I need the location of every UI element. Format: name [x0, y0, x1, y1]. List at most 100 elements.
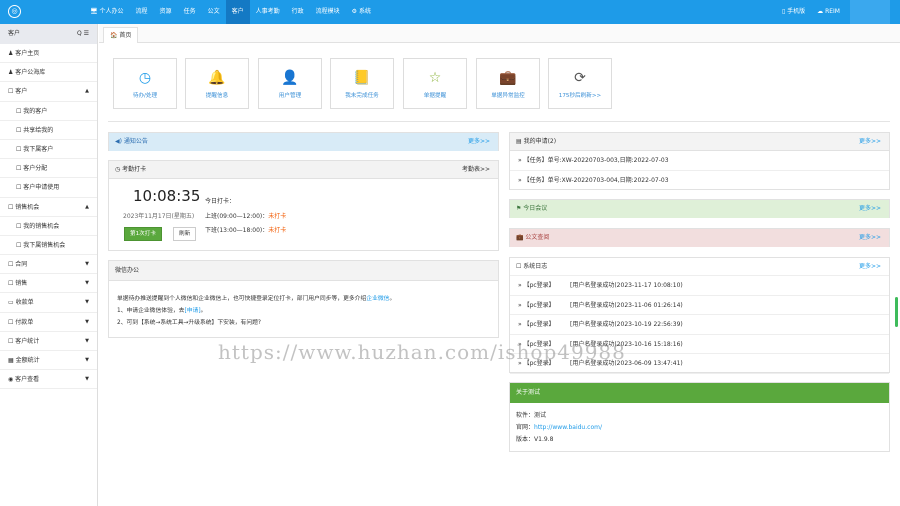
morning-shift: 上班(09:00—12:00)：未打卡 — [205, 211, 286, 220]
notice-more-link[interactable]: 更多>> — [468, 133, 490, 150]
documents-title: 💼 公文查阅 — [516, 234, 550, 241]
sidebar-item[interactable]: ♟ 客户公海库 — [0, 63, 97, 83]
log-row[interactable]: » 【pc登录】 [用户名登录成功(2023-06-09 13:47:41) — [510, 354, 889, 374]
nav-item-workflow-module[interactable]: 流程模块 — [310, 0, 346, 24]
sidebar-item[interactable]: ☐ 客户 ▲ — [0, 82, 97, 102]
quick-button-icon: ◷ — [138, 70, 152, 86]
meeting-panel: ⚑ 今日会议 更多>> — [509, 199, 890, 218]
attendance-sheet-link[interactable]: 考勤表>> — [462, 161, 490, 178]
sidebar-item[interactable]: ☐ 客户统计 ▼ — [0, 332, 97, 351]
application-item[interactable]: » 【任务】单号:XW-20220703-004,日期:2022-07-03 — [510, 171, 889, 191]
sidebar-item-label: ☐ 客户 — [8, 88, 28, 96]
version-value: V1.9.8 — [534, 436, 554, 443]
system-log-panel: ☐ 系统日志 更多>> » 【pc登录】 [用户名登录成功(2023-11-17 … — [509, 257, 890, 374]
afternoon-status: 未打卡 — [268, 227, 287, 234]
punch-button[interactable]: 第1次打卡 — [124, 227, 162, 241]
nav-item-admin[interactable]: 行政 — [286, 0, 310, 24]
expand-arrow-icon[interactable]: ▼ — [85, 313, 89, 332]
nav-item-personal-office[interactable]: 🖥 个人办公 — [84, 0, 130, 24]
sidebar-item[interactable]: ☐ 付款单 ▼ — [0, 313, 97, 332]
quick-button[interactable]: 📒 我未完成任务 — [330, 58, 394, 109]
site-link[interactable]: http://www.baidu.com/ — [534, 424, 602, 431]
expand-arrow-icon[interactable]: ▼ — [85, 255, 89, 274]
notice-panel: ◀) 通知公告 更多>> — [108, 132, 499, 151]
nav-item-system[interactable]: ⚙ 系统 — [346, 0, 377, 24]
sidebar-item[interactable]: ☐ 合同 ▼ — [0, 255, 97, 275]
sidebar-item[interactable]: ☐ 共享给我的 — [0, 121, 97, 140]
sidebar-item[interactable]: ◉ 客户查看 ▼ — [0, 370, 97, 390]
meeting-more-link[interactable]: 更多>> — [859, 200, 881, 217]
expand-arrow-icon[interactable]: ▼ — [85, 370, 89, 389]
quick-button[interactable]: 💼 单据异常监控 — [476, 58, 540, 109]
sidebar-item[interactable]: ☐ 销售 ▼ — [0, 274, 97, 294]
sidebar-item-label: ♟ 客户公海库 — [8, 69, 46, 77]
quick-button[interactable]: ⟳ 175秒后刷新>> — [548, 58, 612, 109]
nav-item-customers[interactable]: 客户 — [225, 0, 250, 24]
nav-item-tasks[interactable]: 任务 — [178, 0, 202, 24]
sidebar-item-label: ♟ 客户主页 — [8, 50, 40, 57]
quick-button[interactable]: 👤 用户管理 — [258, 58, 322, 109]
expand-arrow-icon[interactable]: ▼ — [85, 351, 89, 370]
log-row[interactable]: » 【pc登录】 [用户名登录成功(2023-11-17 10:08:10) — [510, 276, 889, 296]
sidebar-item[interactable]: ☐ 我下属销售机会 — [0, 236, 97, 256]
log-row[interactable]: » 【pc登录】 [用户名登录成功(2023-10-19 22:56:39) — [510, 315, 889, 335]
sidebar-item[interactable]: ☐ 客户申请使用 — [0, 178, 97, 198]
system-log-more-link[interactable]: 更多>> — [859, 258, 881, 275]
user-avatar-area[interactable] — [850, 0, 890, 24]
quick-button[interactable]: 🔔 提醒信息 — [185, 58, 249, 109]
reim-link[interactable]: ☁ REIM — [817, 0, 840, 24]
expand-arrow-icon[interactable]: ▼ — [85, 332, 89, 351]
sidebar-item[interactable]: ☐ 我的客户 — [0, 102, 97, 121]
sidebar: 客户 Q ☰ ♟ 客户主页 ♟ 客户公海库 ☐ 客户 ▲ ☐ 我的客户 ☐ 共享给我的 ☐ … — [0, 24, 98, 506]
sidebar-item-label: ☐ 共享给我的 — [16, 126, 54, 134]
sidebar-item[interactable]: ☐ 我的销售机会 — [0, 217, 97, 236]
sidebar-item[interactable]: ☐ 我下属客户 — [0, 140, 97, 160]
sidebar-item[interactable]: ▦ 金额统计 ▼ — [0, 351, 97, 371]
wechat-line-1-end: 。 — [389, 296, 396, 302]
documents-panel: 💼 公文查阅 更多>> — [509, 228, 890, 247]
log-row[interactable]: » 【pc登录】 [用户名登录成功(2023-11-06 01:26:14) — [510, 296, 889, 315]
sidebar-item-label: ☐ 付款单 — [8, 318, 34, 326]
applications-title: ▤ 我的申请(2) — [516, 138, 557, 145]
afternoon-shift: 下班(13:00—18:00)：未打卡 — [205, 225, 286, 234]
sidebar-item[interactable]: ▭ 收款单 ▼ — [0, 293, 97, 313]
sidebar-item[interactable]: ♟ 客户主页 — [0, 44, 97, 64]
sidebar-item[interactable]: ☐ 销售机会 ▲ — [0, 198, 97, 217]
refresh-button[interactable]: 刷新 — [173, 227, 197, 241]
about-version: 版本：V1.9.8 — [516, 434, 883, 446]
nav-item-documents[interactable]: 公文 — [202, 0, 226, 24]
wechat-line-2: 1、申请企业微信体验，去[申请]。 — [117, 305, 206, 314]
applications-more-link[interactable]: 更多>> — [859, 133, 881, 150]
mobile-link[interactable]: ▯ 手机版 — [782, 0, 805, 24]
logo-icon[interactable]: ◎ — [8, 5, 21, 18]
wechat-link[interactable]: 企业微信 — [366, 296, 389, 302]
apply-link[interactable]: [申请] — [184, 308, 200, 314]
applications-header: ▤ 我的申请(2) 更多>> — [510, 133, 889, 151]
divider — [108, 121, 890, 122]
about-title: 关于测试 — [516, 389, 541, 396]
tab-home[interactable]: 🏠 首页 — [103, 27, 139, 43]
expand-arrow-icon[interactable]: ▲ — [85, 82, 89, 101]
log-row[interactable]: » 【pc登录】 [用户名登录成功(2023-10-16 15:18:16) — [510, 335, 889, 354]
quick-button[interactable]: ☆ 单据提醒 — [403, 58, 467, 109]
nav-item-workflow[interactable]: 流程 — [130, 0, 154, 24]
expand-arrow-icon[interactable]: ▲ — [85, 198, 89, 217]
wechat-line-3: 2、可到【系统→系统工具→升级系统】下安装，有问题? — [117, 320, 262, 326]
sidebar-tools-icons[interactable]: Q ☰ — [77, 24, 89, 44]
system-log-title: ☐ 系统日志 — [516, 263, 548, 270]
expand-arrow-icon[interactable]: ▼ — [85, 274, 89, 293]
quick-button[interactable]: ◷ 待办/处理 — [113, 58, 177, 109]
sidebar-item[interactable]: ☐ 客户分配 — [0, 159, 97, 179]
wechat-line-1: 单据待办推送提醒到个人微信和企业微信上，也可快捷登录定位打卡，部门用户同步等，更… — [117, 293, 395, 302]
scrollbar-thumb[interactable] — [895, 297, 898, 327]
wechat-line-2-end: 。 — [200, 308, 207, 314]
about-header: 关于测试 — [510, 383, 889, 403]
documents-more-link[interactable]: 更多>> — [859, 229, 881, 246]
application-item[interactable]: » 【任务】单号:XW-20220703-003,日期:2022-07-03 — [510, 151, 889, 171]
wechat-line-1-text: 单据待办推送提醒到个人微信和企业微信上，也可快捷登录定位打卡，部门用户同步等，更… — [117, 296, 367, 302]
wechat-line-2-text: 1、申请企业微信体验，去 — [117, 308, 185, 314]
log-message: [用户名登录成功(2023-11-17 10:08:10) — [570, 282, 683, 289]
nav-item-hr-attendance[interactable]: 人事考勤 — [250, 0, 286, 24]
nav-item-resources[interactable]: 资源 — [154, 0, 178, 24]
expand-arrow-icon[interactable]: ▼ — [85, 293, 89, 312]
